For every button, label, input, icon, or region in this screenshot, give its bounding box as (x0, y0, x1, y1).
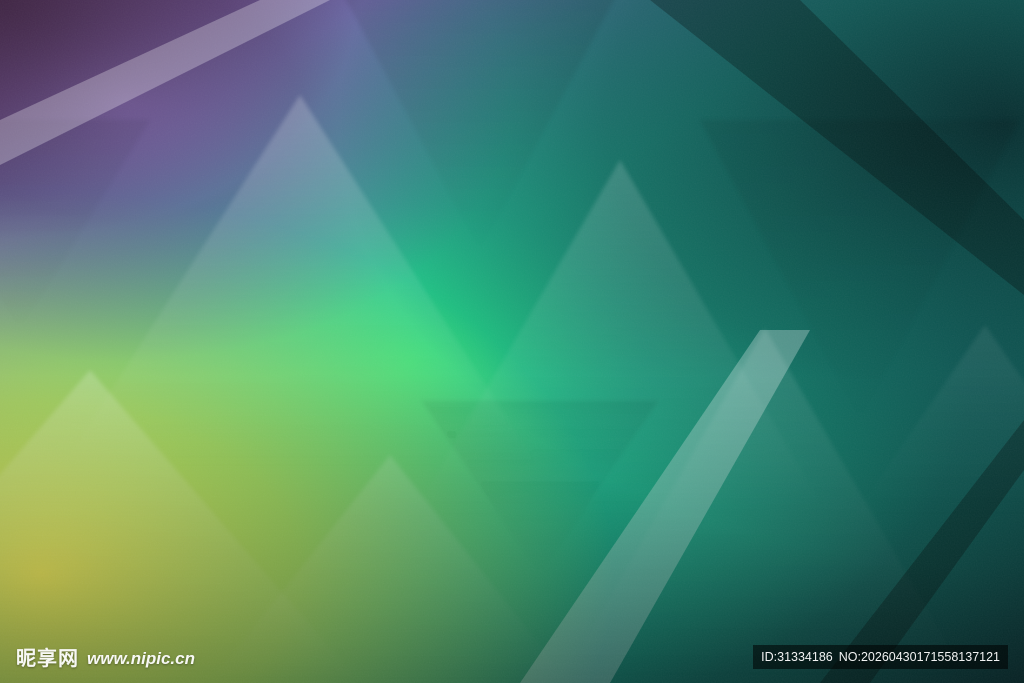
watermark-id: ID:31334186 (761, 649, 833, 664)
background-image: 昵享网 www.nipic.cn ID:31334186 NO:20260430… (0, 0, 1024, 683)
watermark-left: 昵享网 www.nipic.cn (16, 645, 195, 671)
abstract-gradient-artwork (0, 0, 1024, 683)
watermark-brand: 昵享网 (16, 646, 79, 670)
watermark-site: www.nipic.cn (87, 649, 195, 668)
watermark-no: NO:20260430171558137121 (838, 649, 1000, 664)
watermark-right-id-box: ID:31334186 NO:20260430171558137121 (753, 645, 1008, 669)
